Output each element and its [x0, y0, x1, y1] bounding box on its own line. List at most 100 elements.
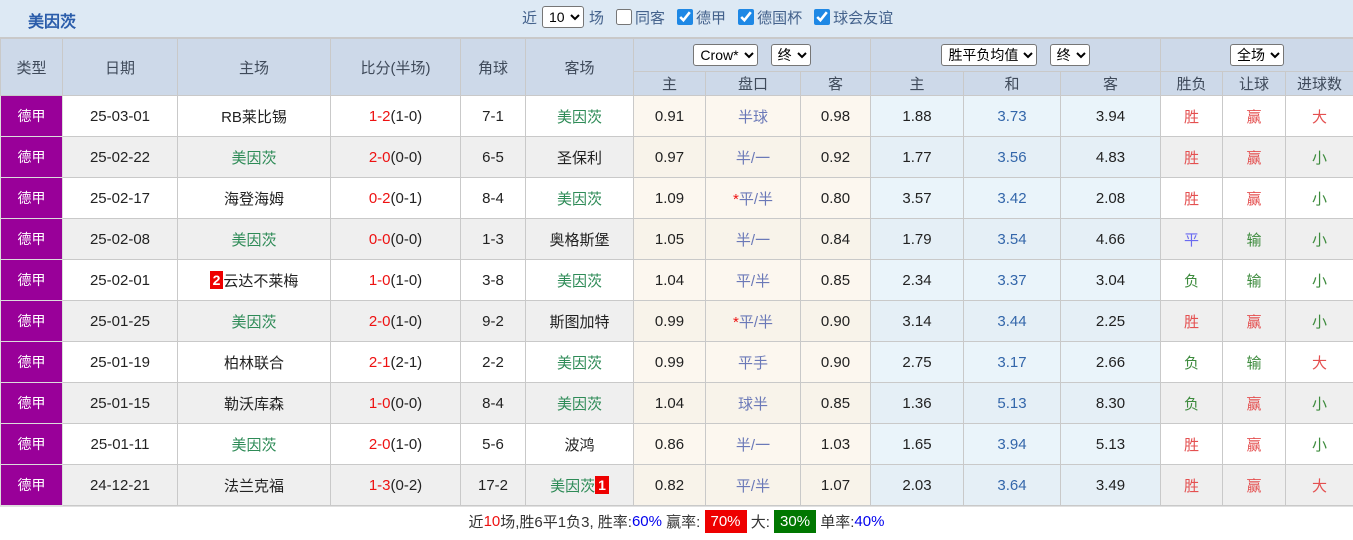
result-cell: 负 [1160, 382, 1224, 424]
sub-header-goals: 进球数 [1285, 71, 1353, 96]
result-cell: 胜 [1160, 136, 1224, 178]
corners-cell: 6-5 [460, 136, 526, 178]
away-team-cell: 美因茨 [525, 341, 634, 383]
handicap-cell: *平/半 [705, 177, 801, 219]
away-team-cell: 奥格斯堡 [525, 218, 634, 260]
goals-cell: 小 [1285, 382, 1353, 424]
odds-group-header: Crow* 终 [632, 38, 872, 72]
league-cell: 德甲 [0, 300, 63, 342]
table-row: 德甲 25-03-01 RB莱比锡 1-2(1-0) 7-1 美因茨 0.91 半球 0.98 1… [0, 95, 1353, 137]
avg-home-cell: 1.77 [870, 136, 965, 178]
away-team-cell: 斯图加特 [525, 300, 634, 342]
table-row: 德甲 25-02-08 美因茨 0-0(0-0) 1-3 奥格斯堡 1.05 半/一 0.84 1… [0, 218, 1353, 260]
avg-away-cell: 3.94 [1060, 95, 1162, 137]
col-header-type: 类型 [0, 38, 63, 96]
avg-away-cell: 5.13 [1060, 423, 1162, 465]
sub-header-result: 胜负 [1160, 71, 1224, 96]
away-team-cell: 美因茨 [525, 259, 634, 301]
score-cell: 2-0(1-0) [330, 300, 461, 342]
odds-away-cell: 1.03 [799, 423, 872, 465]
dfb-pokal-checkbox[interactable] [738, 9, 755, 25]
bundesliga-checkbox[interactable] [677, 9, 694, 25]
score-cell: 2-0(0-0) [330, 136, 461, 178]
avg-home-cell: 1.65 [870, 423, 965, 465]
table-row: 德甲 25-01-19 柏林联合 2-1(2-1) 2-2 美因茨 0.99 平手 0.90 2.… [0, 341, 1353, 383]
corners-cell: 8-4 [460, 177, 526, 219]
date-cell: 25-03-01 [62, 95, 178, 137]
avg-away-cell: 8.30 [1060, 382, 1162, 424]
goals-cell: 小 [1285, 218, 1353, 260]
checkbox-club-friendly[interactable]: 球会友谊 [806, 7, 893, 28]
odds-away-cell: 1.07 [799, 464, 872, 506]
table-row: 德甲 25-01-11 美因茨 2-0(1-0) 5-6 波鸿 0.86 半/一 1.03 1.6… [0, 423, 1353, 465]
same-venue-checkbox[interactable] [616, 9, 633, 25]
avg-away-cell: 3.49 [1060, 464, 1162, 506]
avg-away-cell: 4.66 [1060, 218, 1162, 260]
handicap-cell: *平/半 [705, 300, 801, 342]
sub-header-avg-away: 客 [1060, 71, 1162, 96]
avg-home-cell: 1.88 [870, 95, 965, 137]
summary-segment: 40% [854, 513, 885, 530]
col-header-away: 客场 [525, 38, 634, 96]
summary-segment: 大: [746, 514, 775, 531]
odds-time-select[interactable]: 终 [770, 44, 811, 66]
avg-away-cell: 2.25 [1060, 300, 1162, 342]
result-cell: 胜 [1160, 177, 1224, 219]
score-cell: 2-1(2-1) [330, 341, 461, 383]
odds-away-cell: 0.84 [799, 218, 872, 260]
avg-time-select[interactable]: 终 [1049, 44, 1090, 66]
avg-home-cell: 1.79 [870, 218, 965, 260]
handicap-result-cell: 赢 [1222, 382, 1287, 424]
score-cell: 1-0(0-0) [330, 382, 461, 424]
away-team-cell: 美因茨 [525, 95, 634, 137]
goals-cell: 小 [1285, 177, 1353, 219]
handicap-result-cell: 赢 [1222, 300, 1287, 342]
club-friendly-checkbox[interactable] [814, 9, 831, 25]
avg-draw-cell: 3.17 [963, 341, 1062, 383]
score-cell: 1-3(0-2) [330, 464, 461, 506]
scope-select[interactable]: 全场 [1230, 44, 1285, 66]
handicap-cell: 半/一 [705, 423, 801, 465]
avg-type-select[interactable]: 胜平负均值 [941, 44, 1038, 66]
odds-home-cell: 1.05 [633, 218, 706, 260]
result-cell: 胜 [1160, 95, 1224, 137]
score-cell: 0-2(0-1) [330, 177, 461, 219]
league-cell: 德甲 [0, 259, 63, 301]
home-team-cell: 美因茨 [177, 218, 331, 260]
handicap-result-cell: 输 [1222, 259, 1287, 301]
team-title: 美因茨 [28, 14, 77, 31]
home-team-cell: 美因茨 [177, 423, 331, 465]
summary-segment: 场,胜6平1负3, 胜率: [500, 514, 632, 531]
away-team-cell: 美因茨 1 [525, 464, 634, 506]
away-team-cell: 圣保利 [525, 136, 634, 178]
odds-away-cell: 0.90 [799, 300, 872, 342]
checkbox-bundesliga[interactable]: 德甲 [669, 7, 726, 28]
avg-home-cell: 3.57 [870, 177, 965, 219]
corners-cell: 5-6 [460, 423, 526, 465]
away-team-cell: 波鸿 [525, 423, 634, 465]
corners-cell: 2-2 [460, 341, 526, 383]
home-team-cell: 海登海姆 [177, 177, 331, 219]
odds-home-cell: 0.82 [633, 464, 706, 506]
checkbox-same-venue[interactable]: 同客 [608, 7, 665, 28]
handicap-cell: 平手 [705, 341, 801, 383]
checkbox-dfb-pokal[interactable]: 德国杯 [730, 7, 802, 28]
home-team-cell: 法兰克福 [177, 464, 331, 506]
sub-header-let-result: 让球 [1222, 71, 1287, 96]
goals-cell: 小 [1285, 136, 1353, 178]
handicap-cell: 半/一 [705, 218, 801, 260]
goals-cell: 小 [1285, 423, 1353, 465]
odds-company-select[interactable]: Crow* [693, 44, 759, 66]
avg-away-cell: 2.08 [1060, 177, 1162, 219]
col-header-home: 主场 [177, 38, 331, 96]
goals-cell: 大 [1285, 341, 1353, 383]
summary-segment: 单率: [816, 514, 855, 531]
summary-bar: 近 10 场,胜6平1负3, 胜率: 60% 赢率: 70% 大: 30% 单率: 40… [0, 506, 1353, 536]
odds-home-cell: 1.04 [633, 382, 706, 424]
rank-badge: 1 [595, 475, 609, 494]
league-cell: 德甲 [0, 177, 63, 219]
date-cell: 24-12-21 [62, 464, 178, 506]
result-cell: 胜 [1160, 423, 1224, 465]
recent-count-select[interactable]: 10 [542, 6, 585, 28]
score-cell: 1-2(1-0) [330, 95, 461, 137]
